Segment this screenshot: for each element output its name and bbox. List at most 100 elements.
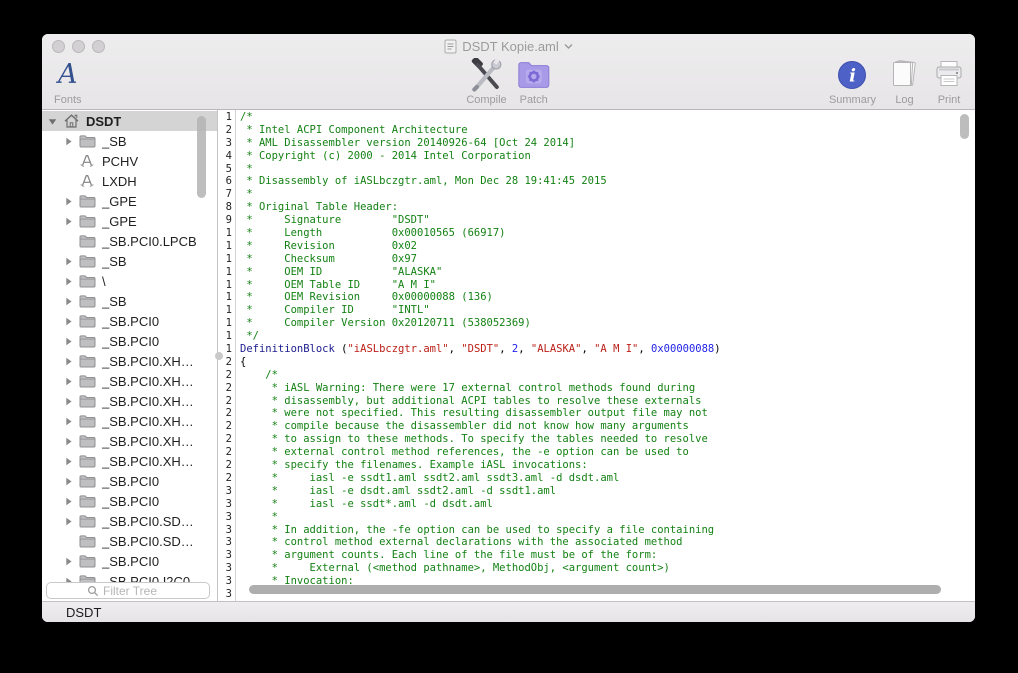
code-line: *: [240, 188, 253, 201]
disclosure-collapsed-icon[interactable]: [63, 397, 74, 406]
tree-row-label: _SB.PCI0.XH…: [102, 433, 194, 449]
line-number: 2: [225, 123, 232, 136]
disclosure-collapsed-icon[interactable]: [63, 457, 74, 466]
tree-row[interactable]: _SB.PCI0: [42, 551, 217, 571]
fonts-button[interactable]: A Fonts: [54, 58, 82, 107]
tree-row[interactable]: DSDT: [42, 111, 217, 131]
editor-horizontal-scrollbar[interactable]: [249, 585, 941, 594]
code-line: * external control method references, th…: [240, 446, 689, 459]
disclosure-collapsed-icon[interactable]: [63, 357, 74, 366]
code-line: * In addition, the -fe option can be use…: [240, 523, 715, 536]
tree-row-label: \: [102, 273, 106, 289]
disclosure-collapsed-icon[interactable]: [63, 197, 74, 206]
tree-row[interactable]: _SB.PCI0.XH…: [42, 371, 217, 391]
tree-row[interactable]: \: [42, 271, 217, 291]
summary-button[interactable]: i Summary: [829, 58, 876, 106]
code-line: * Revision 0x02: [240, 239, 418, 252]
line-number: 3: [225, 536, 232, 549]
tree-row[interactable]: _SB.PCI0.SD…: [42, 531, 217, 551]
line-number: 3: [225, 562, 232, 575]
code-line: * Copyright (c) 2000 - 2014 Intel Corpor…: [240, 149, 531, 162]
print-printer-icon: [933, 58, 965, 92]
tree-row[interactable]: _SB.PCI0.XH…: [42, 351, 217, 371]
disclosure-collapsed-icon[interactable]: [63, 317, 74, 326]
tree-row[interactable]: _SB.PCI0.XH…: [42, 411, 217, 431]
line-number: 3: [225, 523, 232, 536]
print-button[interactable]: Print: [933, 58, 965, 106]
window-title: DSDT Kopie.aml: [462, 38, 559, 54]
disclosure-collapsed-icon[interactable]: [63, 517, 74, 526]
disclosure-collapsed-icon[interactable]: [63, 257, 74, 266]
tree-row[interactable]: _GPE: [42, 211, 217, 231]
line-number: 2: [225, 368, 232, 381]
tree-row[interactable]: _SB.PCI0.XH…: [42, 451, 217, 471]
search-icon: [87, 585, 99, 597]
tree-row[interactable]: LXDH: [42, 171, 217, 191]
tree-row[interactable]: PCHV: [42, 151, 217, 171]
disclosure-collapsed-icon[interactable]: [63, 137, 74, 146]
disclosure-collapsed-icon[interactable]: [63, 557, 74, 566]
folder-icon: [78, 394, 96, 408]
tree-row[interactable]: _SB: [42, 291, 217, 311]
folder-icon: [78, 374, 96, 388]
title-chevron-down-icon[interactable]: [564, 43, 573, 50]
disclosure-collapsed-icon[interactable]: [63, 217, 74, 226]
code-editor[interactable]: 12345678911111111112222222222333333333 /…: [218, 110, 975, 601]
sidebar-scrollbar[interactable]: [197, 116, 206, 198]
line-number: 2: [225, 459, 232, 472]
tree-row[interactable]: _SB.PCI0: [42, 311, 217, 331]
line-number: 1: [225, 317, 232, 330]
disclosure-collapsed-icon[interactable]: [63, 477, 74, 486]
svg-text:i: i: [850, 66, 857, 87]
disclosure-expanded-icon[interactable]: [47, 117, 58, 126]
tree-row[interactable]: _SB.PCI0.XH…: [42, 431, 217, 451]
code-line: * AML Disassembler version 20140926-64 […: [240, 136, 576, 149]
document-proxy-icon[interactable]: [444, 39, 457, 54]
statusbar: DSDT: [42, 601, 975, 622]
log-label: Log: [895, 94, 914, 106]
tree-row[interactable]: _SB: [42, 251, 217, 271]
splitter-handle[interactable]: [215, 352, 223, 360]
disclosure-collapsed-icon[interactable]: [63, 277, 74, 286]
tree-row[interactable]: _SB.PCI0.SD…: [42, 511, 217, 531]
disclosure-collapsed-icon[interactable]: [63, 417, 74, 426]
tree-row[interactable]: _SB.PCI0: [42, 491, 217, 511]
tree-row-label: _SB: [102, 253, 127, 269]
editor-vertical-scrollbar[interactable]: [960, 114, 969, 139]
summary-info-icon: i: [837, 58, 867, 92]
code-line: * Checksum 0x97: [240, 252, 418, 265]
code-line: * Signature "DSDT": [240, 214, 430, 227]
code-line: {: [240, 355, 247, 368]
disclosure-collapsed-icon[interactable]: [63, 497, 74, 506]
patch-button[interactable]: Patch: [517, 58, 551, 106]
tree-row-label: _SB.PCI0.XH…: [102, 353, 194, 369]
statusbar-scope-label: DSDT: [66, 604, 102, 620]
code-line: * OEM Table ID "A M I": [240, 278, 436, 291]
code-line: * Disassembly of iASLbczgtr.aml, Mon Dec…: [240, 175, 607, 188]
compile-button[interactable]: Compile: [466, 58, 507, 106]
code-line: * Compiler ID "INTL": [240, 304, 430, 317]
titlebar: DSDT Kopie.aml: [42, 34, 975, 58]
log-button[interactable]: Log: [888, 58, 921, 106]
tree-row[interactable]: _GPE: [42, 191, 217, 211]
disclosure-collapsed-icon[interactable]: [63, 297, 74, 306]
tree-row[interactable]: _SB.PCI0.XH…: [42, 391, 217, 411]
line-number: 1: [225, 330, 232, 343]
filter-tree-input[interactable]: [103, 583, 169, 598]
window-chrome: DSDT Kopie.aml A Fonts Compile Patch i S…: [42, 34, 975, 110]
line-number: 3: [225, 136, 232, 149]
tree-row-label: DSDT: [86, 113, 122, 129]
tree-row[interactable]: _SB: [42, 131, 217, 151]
line-number: 5: [225, 162, 232, 175]
code-line: * specify the filenames. Example iASL in…: [240, 459, 588, 472]
disclosure-collapsed-icon[interactable]: [63, 437, 74, 446]
compass-icon: [78, 153, 96, 169]
tree-row[interactable]: _SB.PCI0: [42, 471, 217, 491]
tree-row[interactable]: _SB.PCI0.LPCB: [42, 231, 217, 251]
code-line: * External (<method pathname>, MethodObj…: [240, 562, 670, 575]
disclosure-collapsed-icon[interactable]: [63, 377, 74, 386]
disclosure-collapsed-icon[interactable]: [63, 337, 74, 346]
tree-row[interactable]: _SB.PCI0: [42, 331, 217, 351]
filter-tree-field[interactable]: [46, 582, 210, 599]
line-number: 1: [225, 111, 232, 123]
